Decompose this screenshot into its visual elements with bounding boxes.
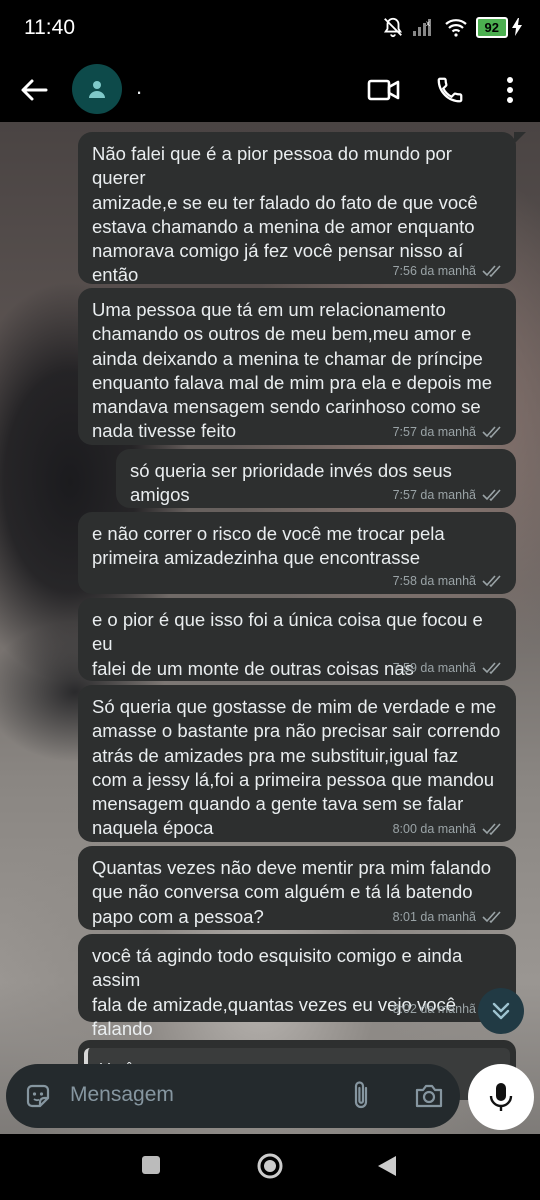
message-text: e não correr o risco de você me trocar p… xyxy=(92,523,445,569)
microphone-icon xyxy=(489,1083,513,1111)
double-check-icon xyxy=(482,575,501,588)
back-nav-button[interactable] xyxy=(376,1154,398,1178)
message-meta: 8:01 da manhã xyxy=(393,910,504,924)
avatar[interactable] xyxy=(72,64,122,114)
double-check-icon xyxy=(482,265,501,278)
status-time: 11:40 xyxy=(24,16,75,39)
scroll-to-bottom-button[interactable] xyxy=(478,988,524,1034)
message-time: 7:57 da manhã xyxy=(392,425,476,439)
status-bar: 11:40 x 92 xyxy=(0,0,540,58)
double-chevron-down-icon xyxy=(492,1002,510,1020)
message-bubble[interactable]: só queria ser prioridade invés dos seus … xyxy=(116,449,516,508)
bubble-tail xyxy=(514,132,526,144)
message-bubble[interactable]: e o pior é que isso foi a única coisa qu… xyxy=(78,598,516,703)
contact-name[interactable]: . xyxy=(136,74,142,100)
message-time: 7:56 da manhã xyxy=(392,264,476,278)
message-text: Uma pessoa que tá em um relacionamento c… xyxy=(92,299,493,442)
message-time: 7:58 da manhã xyxy=(392,574,476,588)
signal-icon: x xyxy=(412,19,431,36)
phone-icon xyxy=(437,77,463,103)
message-time: 8:00 da manhã xyxy=(392,822,476,836)
battery-indicator: 92 xyxy=(475,16,522,38)
double-check-icon xyxy=(482,823,501,836)
message-time: 7:57 da manhã xyxy=(392,488,476,502)
person-icon xyxy=(89,81,105,98)
attachment-icon[interactable] xyxy=(350,1080,374,1112)
notifications-off-icon xyxy=(383,17,402,38)
double-check-icon xyxy=(482,911,501,924)
message-meta: 7:56 da manhã xyxy=(393,264,504,278)
message-meta: 7:58 da manhã xyxy=(393,574,504,588)
double-check-icon xyxy=(482,426,501,439)
arrow-left-icon xyxy=(21,79,48,101)
message-bubble[interactable]: Uma pessoa que tá em um relacionamento c… xyxy=(78,288,516,445)
svg-text:x: x xyxy=(426,19,430,28)
voice-message-button[interactable] xyxy=(468,1064,534,1130)
message-text: Não falei que é a pior pessoa do mundo p… xyxy=(92,143,488,310)
message-bubble[interactable]: você tá agindo todo esquisito comigo e a… xyxy=(78,934,516,1063)
double-check-icon xyxy=(482,662,501,675)
chat-header: . xyxy=(0,58,540,122)
double-check-icon xyxy=(482,489,501,502)
voice-call-button[interactable] xyxy=(432,72,468,108)
message-meta: 7:57 da manhã xyxy=(393,425,504,439)
message-time: 8:02 da manhã xyxy=(392,1002,476,1016)
message-text: Só queria que gostasse de mim de verdade… xyxy=(92,696,501,839)
message-bubble[interactable]: Só queria que gostasse de mim de verdade… xyxy=(78,685,516,842)
message-time: 8:01 da manhã xyxy=(392,910,476,924)
sticker-icon[interactable] xyxy=(24,1082,52,1110)
message-input[interactable]: Mensagem xyxy=(70,1083,174,1107)
back-button[interactable] xyxy=(16,72,52,108)
status-icons: x 92 xyxy=(382,16,522,38)
video-call-button[interactable] xyxy=(366,72,402,108)
system-navigation-bar xyxy=(0,1134,540,1200)
message-bubble[interactable]: Quantas vezes não deve mentir pra mim fa… xyxy=(78,846,516,930)
message-time: 7:59 da manhã xyxy=(392,661,476,675)
more-options-button[interactable] xyxy=(492,72,528,108)
more-vert-icon xyxy=(507,77,513,103)
home-button[interactable] xyxy=(256,1152,284,1180)
message-bubble[interactable]: Não falei que é a pior pessoa do mundo p… xyxy=(78,132,526,310)
chat-area[interactable]: Não falei que é a pior pessoa do mundo p… xyxy=(0,122,540,1134)
recents-button[interactable] xyxy=(142,1156,160,1174)
message-bubble[interactable]: e não correr o risco de você me trocar p… xyxy=(78,512,516,594)
charging-icon xyxy=(512,18,522,36)
message-meta: 7:57 da manhã xyxy=(393,488,504,502)
message-input-bar[interactable]: Mensagem xyxy=(6,1064,460,1128)
video-camera-icon xyxy=(367,79,400,101)
camera-icon[interactable] xyxy=(414,1082,444,1110)
wifi-icon xyxy=(444,19,467,37)
message-meta: 8:00 da manhã xyxy=(393,822,504,836)
battery-level: 92 xyxy=(475,16,508,38)
message-meta: 7:59 da manhã xyxy=(393,661,504,675)
